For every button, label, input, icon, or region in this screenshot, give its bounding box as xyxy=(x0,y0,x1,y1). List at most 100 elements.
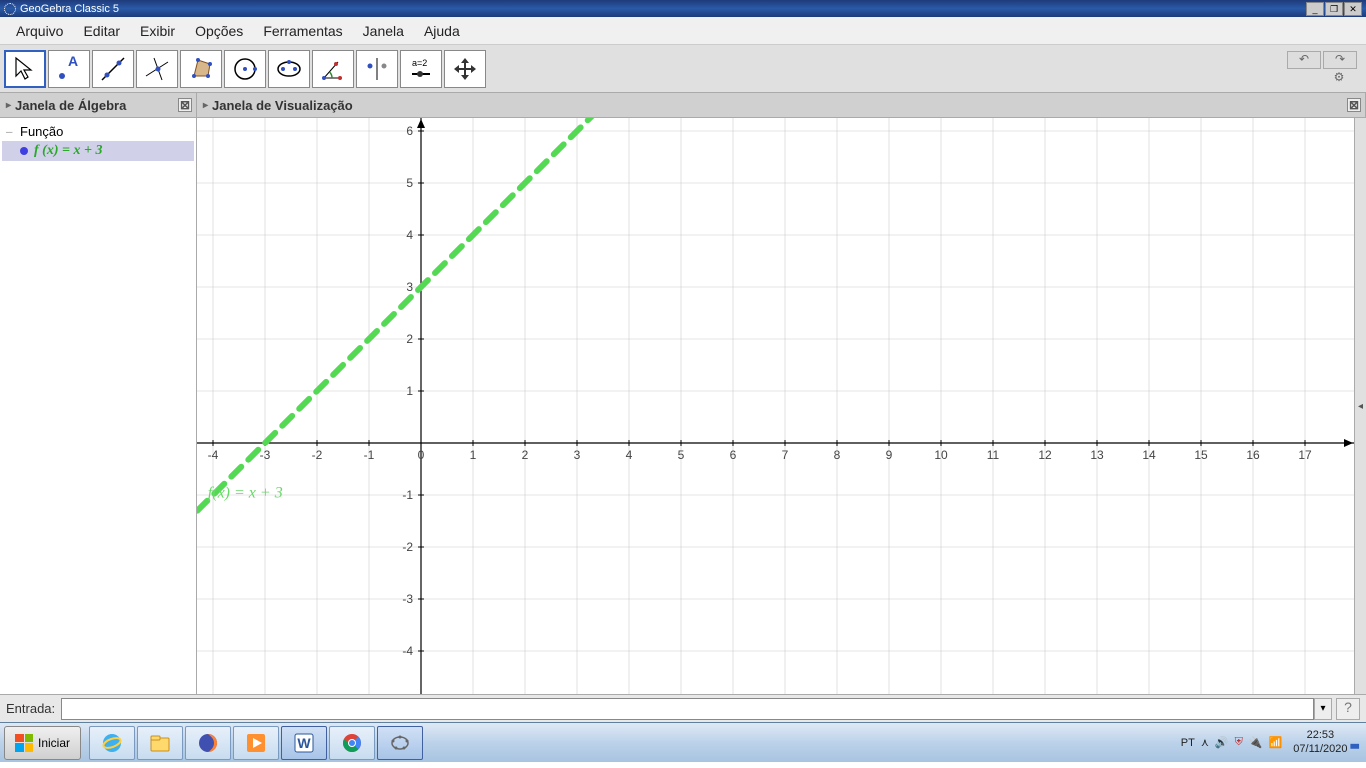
input-bar: Entrada: ▾ ? xyxy=(0,694,1366,722)
svg-text:-3: -3 xyxy=(260,448,271,462)
tool-circle[interactable] xyxy=(224,50,266,88)
tray-show-desktop[interactable]: ▃ xyxy=(1351,736,1359,749)
tool-angle[interactable] xyxy=(312,50,354,88)
tray-power-icon[interactable]: 🔌 xyxy=(1249,736,1263,749)
taskbar-firefox-icon[interactable] xyxy=(185,726,231,760)
menu-exibir[interactable]: Exibir xyxy=(130,19,185,43)
svg-text:2: 2 xyxy=(406,332,413,346)
svg-text:10: 10 xyxy=(934,448,948,462)
tray-time: 22:53 xyxy=(1293,729,1347,742)
graphics-view[interactable]: -4-3-2-101234567891011121314151617-4-3-2… xyxy=(197,118,1354,694)
svg-text:f(x) = x + 3: f(x) = x + 3 xyxy=(208,485,283,502)
tray-network-icon[interactable]: 📶 xyxy=(1269,736,1283,749)
svg-text:1: 1 xyxy=(470,448,477,462)
app-icon xyxy=(4,3,16,15)
menu-bar: Arquivo Editar Exibir Opções Ferramentas… xyxy=(0,17,1366,45)
svg-text:6: 6 xyxy=(730,448,737,462)
svg-text:4: 4 xyxy=(406,228,413,242)
menu-editar[interactable]: Editar xyxy=(73,19,130,43)
algebra-function-item[interactable]: f (x) = x + 3 xyxy=(2,141,194,161)
tray-security-icon[interactable]: ⛨ xyxy=(1235,736,1243,749)
svg-text:3: 3 xyxy=(406,280,413,294)
svg-text:5: 5 xyxy=(678,448,685,462)
taskbar-geogebra-icon[interactable] xyxy=(377,726,423,760)
graphics-panel-header[interactable]: ▸ Janela de Visualização ⊠ xyxy=(197,93,1366,117)
function-definition: f (x) = x + 3 xyxy=(34,143,102,159)
svg-text:6: 6 xyxy=(406,124,413,138)
tree-toggle-icon[interactable]: ─ xyxy=(6,127,16,137)
tool-line[interactable] xyxy=(92,50,134,88)
menu-arquivo[interactable]: Arquivo xyxy=(6,19,73,43)
tool-perpendicular[interactable] xyxy=(136,50,178,88)
window-title-bar: GeoGebra Classic 5 _ ❐ ✕ xyxy=(0,0,1366,17)
algebra-panel-header[interactable]: ▸ Janela de Álgebra ⊠ xyxy=(0,93,197,117)
panels-header-row: ▸ Janela de Álgebra ⊠ ▸ Janela de Visual… xyxy=(0,93,1366,118)
windows-taskbar: Iniciar W PT ⋏ 🔊 ⛨ 🔌 📶 22:53 07/11/2020 … xyxy=(0,722,1366,762)
algebra-panel-close-icon[interactable]: ⊠ xyxy=(178,98,192,112)
algebra-category-label: Função xyxy=(20,124,63,139)
input-label: Entrada: xyxy=(6,701,55,716)
tray-language[interactable]: PT xyxy=(1181,737,1195,749)
svg-text:-3: -3 xyxy=(402,592,413,606)
settings-gear-icon[interactable]: ⚙ xyxy=(1322,70,1356,88)
collapse-arrow-icon[interactable]: ▸ xyxy=(6,100,11,111)
svg-text:-4: -4 xyxy=(208,448,219,462)
tool-move[interactable] xyxy=(4,50,46,88)
menu-ferramentas[interactable]: Ferramentas xyxy=(253,19,352,43)
tray-date: 07/11/2020 xyxy=(1293,743,1347,756)
start-button[interactable]: Iniciar xyxy=(4,726,81,760)
svg-text:17: 17 xyxy=(1298,448,1312,462)
graphics-panel-close-icon[interactable]: ⊠ xyxy=(1347,98,1361,112)
graphics-panel-title: Janela de Visualização xyxy=(212,98,353,113)
taskbar-chrome-icon[interactable] xyxy=(329,726,375,760)
maximize-button[interactable]: ❐ xyxy=(1325,2,1343,16)
svg-text:-2: -2 xyxy=(402,540,413,554)
tool-point[interactable]: A xyxy=(48,50,90,88)
tray-volume-icon[interactable]: 🔊 xyxy=(1215,736,1229,749)
app-title: GeoGebra Classic 5 xyxy=(20,3,119,15)
svg-text:a=2: a=2 xyxy=(412,58,427,68)
svg-text:-1: -1 xyxy=(364,448,375,462)
taskbar-mediaplayer-icon[interactable] xyxy=(233,726,279,760)
svg-text:-4: -4 xyxy=(402,644,413,658)
toolbar: A a=2 ↶↷ ⚙ xyxy=(0,45,1366,93)
redo-button[interactable]: ↷ xyxy=(1323,51,1357,69)
command-input[interactable] xyxy=(61,698,1314,720)
algebra-category[interactable]: ─ Função xyxy=(2,122,194,141)
algebra-panel[interactable]: ─ Função f (x) = x + 3 xyxy=(0,118,197,694)
menu-janela[interactable]: Janela xyxy=(353,19,414,43)
visibility-bullet-icon[interactable] xyxy=(20,147,28,155)
svg-text:A: A xyxy=(68,54,78,69)
svg-text:4: 4 xyxy=(626,448,633,462)
svg-text:16: 16 xyxy=(1246,448,1260,462)
side-expander[interactable]: ◂ xyxy=(1354,118,1366,694)
input-help-button[interactable]: ? xyxy=(1336,698,1360,720)
svg-text:14: 14 xyxy=(1142,448,1156,462)
svg-text:-1: -1 xyxy=(402,488,413,502)
taskbar-explorer-icon[interactable] xyxy=(137,726,183,760)
collapse-arrow-icon[interactable]: ▸ xyxy=(203,100,208,111)
menu-opcoes[interactable]: Opções xyxy=(185,19,253,43)
tray-clock[interactable]: 22:53 07/11/2020 xyxy=(1293,729,1347,755)
undo-button[interactable]: ↶ xyxy=(1287,51,1321,69)
input-history-dropdown[interactable]: ▾ xyxy=(1314,698,1332,720)
main-content: ─ Função f (x) = x + 3 -4-3-2-1012345678… xyxy=(0,118,1366,694)
svg-text:9: 9 xyxy=(886,448,893,462)
svg-text:13: 13 xyxy=(1090,448,1104,462)
tool-move-view[interactable] xyxy=(444,50,486,88)
tray-show-hidden-icon[interactable]: ⋏ xyxy=(1201,736,1209,749)
undo-redo-group: ↶↷ ⚙ xyxy=(1286,50,1358,88)
start-label: Iniciar xyxy=(38,736,70,750)
tool-polygon[interactable] xyxy=(180,50,222,88)
taskbar-ie-icon[interactable] xyxy=(89,726,135,760)
tool-slider[interactable]: a=2 xyxy=(400,50,442,88)
close-window-button[interactable]: ✕ xyxy=(1344,2,1362,16)
minimize-button[interactable]: _ xyxy=(1306,2,1324,16)
svg-text:7: 7 xyxy=(782,448,789,462)
tool-ellipse[interactable] xyxy=(268,50,310,88)
svg-text:8: 8 xyxy=(834,448,841,462)
menu-ajuda[interactable]: Ajuda xyxy=(414,19,470,43)
taskbar-word-icon[interactable]: W xyxy=(281,726,327,760)
svg-text:W: W xyxy=(297,735,311,751)
tool-reflect[interactable] xyxy=(356,50,398,88)
